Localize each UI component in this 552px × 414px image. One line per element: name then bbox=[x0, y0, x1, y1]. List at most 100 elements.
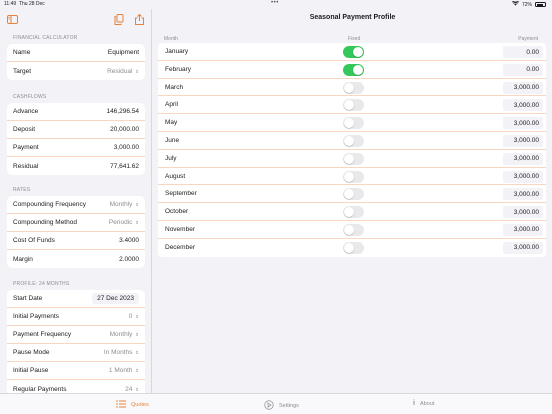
start-date-row[interactable]: Start Date 27 Dec 2023 bbox=[7, 290, 145, 308]
residual-label: Residual bbox=[13, 162, 39, 170]
comp-method-row[interactable]: Compounding Method Periodic ⇕ bbox=[7, 214, 145, 232]
advance-value[interactable]: 146,296.54 bbox=[106, 108, 139, 115]
page-title: Seasonal Payment Profile bbox=[309, 14, 396, 21]
regular-payments-select[interactable]: 24 ⇕ bbox=[125, 386, 139, 393]
pause-mode-row[interactable]: Pause Mode In Months ⇕ bbox=[7, 344, 145, 362]
margin-row[interactable]: Margin 2.0000 bbox=[7, 250, 145, 268]
month-label: March bbox=[165, 83, 184, 91]
sidebar-toggle-icon[interactable] bbox=[7, 15, 18, 26]
share-icon[interactable] bbox=[135, 13, 144, 27]
deposit-row[interactable]: Deposit 20,000.00 bbox=[7, 121, 145, 139]
multitasking-dots-icon[interactable]: ••• bbox=[271, 0, 279, 6]
initial-pause-label: Initial Pause bbox=[13, 367, 49, 374]
payment-input[interactable]: 3,000.00 bbox=[503, 81, 543, 94]
name-label: Name bbox=[13, 49, 31, 56]
month-label: December bbox=[165, 243, 195, 251]
updown-chevron-icon: ⇕ bbox=[135, 368, 139, 373]
fixed-toggle[interactable] bbox=[343, 188, 364, 201]
profile-group: Start Date 27 Dec 2023 Initial Payments … bbox=[7, 290, 145, 393]
cashflows-header: CASHFLOWS bbox=[13, 94, 47, 100]
pause-mode-select[interactable]: In Months ⇕ bbox=[104, 349, 139, 356]
comp-method-select[interactable]: Periodic ⇕ bbox=[109, 219, 139, 226]
month-label: July bbox=[165, 154, 177, 162]
month-row: January 0.00 bbox=[158, 43, 546, 61]
month-row: August 3,000.00 bbox=[158, 168, 546, 186]
fixed-toggle[interactable] bbox=[343, 134, 364, 147]
payment-input[interactable]: 3,000.00 bbox=[503, 134, 543, 147]
payment-input[interactable]: 0.00 bbox=[503, 63, 543, 76]
target-label: Target bbox=[13, 67, 32, 75]
tab-settings-label: Settings bbox=[279, 403, 299, 409]
fixed-toggle[interactable] bbox=[343, 117, 364, 130]
financial-header: FINANCIAL CALCULATOR bbox=[13, 35, 78, 41]
deposit-label: Deposit bbox=[13, 126, 36, 133]
regular-payments-row[interactable]: Regular Payments 24 ⇕ bbox=[7, 380, 145, 393]
comp-freq-select[interactable]: Monthly ⇕ bbox=[110, 201, 139, 208]
left-panel: FINANCIAL CALCULATOR Name Equipment Targ… bbox=[0, 9, 152, 393]
fixed-toggle[interactable] bbox=[343, 206, 364, 219]
comp-freq-row[interactable]: Compounding Frequency Monthly ⇕ bbox=[7, 196, 145, 214]
month-label: September bbox=[165, 190, 197, 198]
cost-value[interactable]: 3.4000 bbox=[119, 237, 139, 244]
updown-chevron-icon: ⇕ bbox=[135, 202, 139, 207]
payment-frequency-select[interactable]: Monthly ⇕ bbox=[110, 331, 139, 338]
payment-row[interactable]: Payment 3,000.00 bbox=[7, 139, 145, 157]
payment-input[interactable]: 3,000.00 bbox=[503, 170, 543, 183]
residual-row[interactable]: Residual 77,641.62 bbox=[7, 157, 145, 175]
month-row: March 3,000.00 bbox=[158, 79, 546, 97]
payment-frequency-row[interactable]: Payment Frequency Monthly ⇕ bbox=[7, 326, 145, 344]
name-row[interactable]: Name Equipment bbox=[7, 44, 145, 62]
tab-about[interactable]: i About bbox=[413, 400, 434, 407]
fixed-toggle[interactable] bbox=[343, 81, 364, 94]
payment-input[interactable]: 3,000.00 bbox=[503, 223, 543, 236]
deposit-value[interactable]: 20,000.00 bbox=[110, 126, 139, 133]
copy-icon[interactable] bbox=[114, 14, 124, 27]
initial-pause-row[interactable]: Initial Pause 1 Month ⇕ bbox=[7, 362, 145, 380]
target-select[interactable]: Residual ⇕ bbox=[107, 68, 139, 75]
fixed-toggle[interactable] bbox=[343, 223, 364, 236]
fixed-toggle[interactable] bbox=[343, 99, 364, 112]
rates-header: RATES bbox=[13, 187, 31, 193]
tab-about-label: About bbox=[419, 400, 435, 407]
payment-input[interactable]: 3,000.00 bbox=[503, 152, 543, 165]
pause-mode-label: Pause Mode bbox=[13, 349, 50, 356]
payment-input[interactable]: 3,000.00 bbox=[503, 117, 543, 130]
name-value[interactable]: Equipment bbox=[108, 49, 139, 56]
initial-payments-select[interactable]: 0 ⇕ bbox=[129, 313, 139, 320]
list-icon bbox=[116, 400, 126, 410]
updown-chevron-icon: ⇕ bbox=[135, 220, 139, 225]
payment-input[interactable]: 3,000.00 bbox=[503, 99, 543, 112]
updown-chevron-icon: ⇕ bbox=[135, 314, 139, 319]
status-time: 11:49 Thu 28 Dec bbox=[4, 1, 45, 7]
fixed-toggle[interactable] bbox=[343, 241, 364, 254]
cost-row[interactable]: Cost Of Funds 3.4000 bbox=[7, 232, 145, 250]
initial-pause-select[interactable]: 1 Month ⇕ bbox=[109, 367, 139, 374]
updown-chevron-icon: ⇕ bbox=[135, 68, 139, 74]
rates-group: Compounding Frequency Monthly ⇕ Compound… bbox=[7, 196, 145, 268]
margin-value[interactable]: 2.0000 bbox=[119, 256, 139, 263]
payment-value[interactable]: 3,000.00 bbox=[114, 144, 139, 151]
battery-percent: 72% bbox=[521, 1, 532, 8]
tab-settings[interactable]: Settings bbox=[264, 400, 299, 412]
tab-quotes[interactable]: Quotes bbox=[116, 400, 149, 410]
target-row[interactable]: Target Residual ⇕ bbox=[7, 62, 145, 80]
month-row: June 3,000.00 bbox=[158, 132, 546, 150]
regular-payments-label: Regular Payments bbox=[13, 385, 67, 393]
fixed-toggle[interactable] bbox=[343, 63, 364, 76]
tab-bar: Quotes Settings i About bbox=[0, 393, 552, 414]
payment-input[interactable]: 3,000.00 bbox=[503, 188, 543, 201]
fixed-toggle[interactable] bbox=[343, 152, 364, 165]
residual-value[interactable]: 77,641.62 bbox=[110, 163, 139, 170]
fixed-toggle[interactable] bbox=[343, 170, 364, 183]
advance-row[interactable]: Advance 146,296.54 bbox=[7, 103, 145, 121]
month-label: April bbox=[165, 101, 179, 109]
payment-input[interactable]: 3,000.00 bbox=[503, 206, 543, 219]
fixed-toggle[interactable] bbox=[343, 46, 364, 58]
main-panel: Seasonal Payment Profile Month Fixed Pay… bbox=[153, 9, 552, 393]
payment-input[interactable]: 3,000.00 bbox=[503, 241, 543, 254]
battery-icon bbox=[535, 2, 546, 7]
initial-payments-row[interactable]: Initial Payments 0 ⇕ bbox=[7, 308, 145, 326]
financial-group: Name Equipment Target Residual ⇕ bbox=[7, 44, 145, 80]
payment-input[interactable]: 0.00 bbox=[503, 46, 543, 58]
start-date-picker[interactable]: 27 Dec 2023 bbox=[92, 293, 139, 304]
